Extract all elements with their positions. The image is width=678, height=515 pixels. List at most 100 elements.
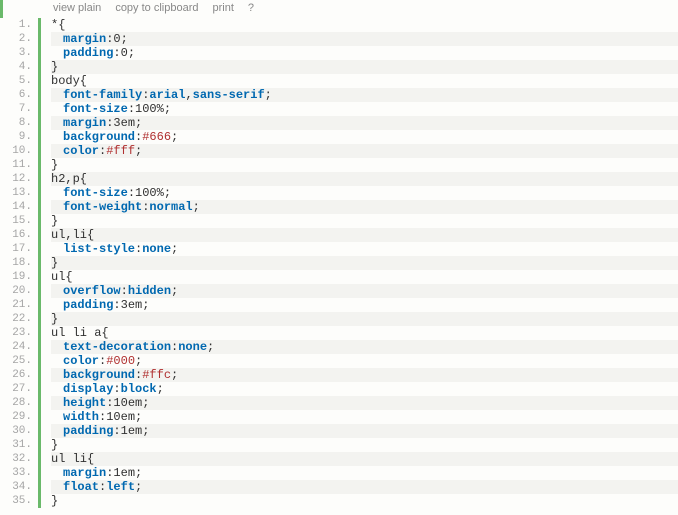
- token-punct: :: [128, 186, 135, 200]
- code-line: width:10em;: [51, 410, 678, 424]
- token-punct: :: [113, 382, 120, 396]
- code-line: margin:0;: [51, 32, 678, 46]
- token-property: margin: [63, 32, 106, 46]
- token-property: margin: [63, 466, 106, 480]
- token-punct: ;: [171, 284, 178, 298]
- token-punct: ;: [265, 88, 272, 102]
- token-property: color: [63, 354, 99, 368]
- token-punct: ;: [142, 424, 149, 438]
- print-link[interactable]: print: [212, 2, 233, 14]
- token-punct: ;: [135, 410, 142, 424]
- token-keyword: none: [142, 242, 171, 256]
- token-selector: ul{: [51, 270, 73, 284]
- token-selector: ul li{: [51, 452, 94, 466]
- help-link[interactable]: ?: [248, 2, 254, 14]
- code-line: font-size:100%;: [51, 186, 678, 200]
- line-number: 11.: [0, 158, 32, 172]
- code-line: margin:1em;: [51, 466, 678, 480]
- line-number: 19.: [0, 270, 32, 284]
- line-number: 29.: [0, 410, 32, 424]
- token-punct: ;: [135, 466, 142, 480]
- token-punct: ,: [185, 88, 192, 102]
- line-number: 34.: [0, 480, 32, 494]
- line-number: 17.: [0, 242, 32, 256]
- token-selector: body{: [51, 74, 87, 88]
- line-number: 23.: [0, 326, 32, 340]
- token-num-val: 100%: [135, 102, 164, 116]
- token-value-hex: #666: [142, 130, 171, 144]
- token-keyword: block: [121, 382, 157, 396]
- code-line: }: [51, 158, 678, 172]
- token-punct: ;: [157, 382, 164, 396]
- token-property: padding: [63, 46, 113, 60]
- token-punct: ;: [171, 242, 178, 256]
- line-number: 13.: [0, 186, 32, 200]
- token-property: background: [63, 368, 135, 382]
- token-punct: ;: [135, 354, 142, 368]
- token-num-val: 10em: [113, 396, 142, 410]
- token-punct: ;: [171, 368, 178, 382]
- token-punct: ;: [121, 32, 128, 46]
- token-property: float: [63, 480, 99, 494]
- line-number: 31.: [0, 438, 32, 452]
- token-selector: ul,li{: [51, 228, 94, 242]
- code-line: background:#ffc;: [51, 368, 678, 382]
- token-punct: :: [128, 102, 135, 116]
- token-property: text-decoration: [63, 340, 171, 354]
- token-punct: ;: [164, 102, 171, 116]
- line-number: 30.: [0, 424, 32, 438]
- token-punct: ;: [128, 46, 135, 60]
- token-property: font-size: [63, 102, 128, 116]
- line-number: 22.: [0, 312, 32, 326]
- token-property: overflow: [63, 284, 121, 298]
- code-line: display:block;: [51, 382, 678, 396]
- view-plain-link[interactable]: view plain: [53, 2, 101, 14]
- token-property: color: [63, 144, 99, 158]
- token-punct: ;: [142, 396, 149, 410]
- token-keyword: arial: [149, 88, 185, 102]
- token-punct: :: [113, 424, 120, 438]
- token-value-hex: #ffc: [142, 368, 171, 382]
- token-num-val: 1em: [113, 466, 135, 480]
- token-property: list-style: [63, 242, 135, 256]
- token-keyword: left: [106, 480, 135, 494]
- token-punct: :: [113, 298, 120, 312]
- token-num-val: 10em: [106, 410, 135, 424]
- code-line: list-style:none;: [51, 242, 678, 256]
- token-num-val: 0: [121, 46, 128, 60]
- line-number: 33.: [0, 466, 32, 480]
- code-line: padding:0;: [51, 46, 678, 60]
- token-punct: ;: [135, 144, 142, 158]
- token-selector: }: [51, 214, 58, 228]
- token-num-val: 3em: [121, 298, 143, 312]
- token-value-hex: #fff: [106, 144, 135, 158]
- code-line: font-weight:normal;: [51, 200, 678, 214]
- code-line: color:#fff;: [51, 144, 678, 158]
- code-line: ul{: [51, 270, 678, 284]
- token-selector: }: [51, 158, 58, 172]
- code-line: }: [51, 494, 678, 508]
- token-punct: ;: [171, 130, 178, 144]
- code-block: 1.2.3.4.5.6.7.8.9.10.11.12.13.14.15.16.1…: [0, 18, 678, 508]
- token-property: font-weight: [63, 200, 142, 214]
- line-number: 15.: [0, 214, 32, 228]
- token-selector: }: [51, 438, 58, 452]
- line-number: 3.: [0, 46, 32, 60]
- token-selector: ul li a{: [51, 326, 109, 340]
- copy-clipboard-link[interactable]: copy to clipboard: [115, 2, 198, 14]
- token-selector: }: [51, 60, 58, 74]
- code-line: text-decoration:none;: [51, 340, 678, 354]
- code-line: margin:3em;: [51, 116, 678, 130]
- code-line: color:#000;: [51, 354, 678, 368]
- token-keyword: sans-serif: [193, 88, 265, 102]
- line-number: 10.: [0, 144, 32, 158]
- code-line: font-family:arial,sans-serif;: [51, 88, 678, 102]
- token-property: width: [63, 410, 99, 424]
- token-property: padding: [63, 424, 113, 438]
- token-punct: ;: [135, 480, 142, 494]
- token-value-hex: #000: [106, 354, 135, 368]
- token-punct: ;: [135, 116, 142, 130]
- token-num-val: 0: [113, 32, 120, 46]
- token-num-val: 100%: [135, 186, 164, 200]
- line-number: 14.: [0, 200, 32, 214]
